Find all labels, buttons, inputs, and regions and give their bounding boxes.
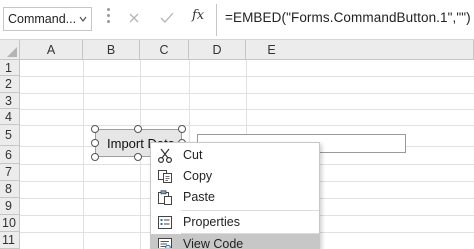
gridline xyxy=(20,76,474,77)
row-header-11[interactable]: 11 xyxy=(0,232,20,249)
row-header-8[interactable]: 8 xyxy=(0,181,20,198)
formula-bar: Command... fx =EMBED("Forms.CommandButto… xyxy=(0,0,474,40)
menu-item-label: Cut xyxy=(183,148,203,162)
name-box[interactable]: Command... xyxy=(3,7,92,31)
menu-item-label: Paste xyxy=(183,190,215,204)
column-header-e[interactable]: E xyxy=(246,40,474,60)
gridline xyxy=(20,125,474,126)
row-header-2[interactable]: 2 xyxy=(0,76,20,93)
gridline xyxy=(83,60,84,249)
menu-item-cut[interactable]: Cut xyxy=(151,145,319,165)
paste-icon xyxy=(158,190,172,205)
menu-separator xyxy=(181,210,319,211)
resize-handle[interactable] xyxy=(91,125,99,133)
menu-item-label: Copy xyxy=(183,169,213,183)
menu-item-label: Properties xyxy=(183,215,240,229)
row-header-5[interactable]: 5 xyxy=(0,125,20,146)
row-header-7[interactable]: 7 xyxy=(0,164,20,181)
copy-icon xyxy=(158,170,172,183)
context-menu: Cut Copy Paste Properties View Code xyxy=(150,142,320,249)
column-header-d[interactable]: D xyxy=(189,40,246,60)
row-header-10[interactable]: 10 xyxy=(0,215,20,232)
row-header-3[interactable]: 3 xyxy=(0,93,20,109)
formula-bar-grip xyxy=(107,8,110,30)
name-box-value: Command... xyxy=(8,12,77,26)
column-header-c[interactable]: C xyxy=(140,40,189,60)
resize-handle[interactable] xyxy=(178,125,186,133)
resize-handle[interactable] xyxy=(91,153,99,161)
chevron-down-icon[interactable] xyxy=(78,13,88,25)
enter-check-icon[interactable] xyxy=(159,10,175,26)
menu-item-view-code[interactable]: View Code xyxy=(151,234,319,249)
scissors-icon xyxy=(158,148,172,163)
menu-item-paste[interactable]: Paste xyxy=(151,187,319,207)
formula-input[interactable]: =EMBED("Forms.CommandButton.1","") xyxy=(225,10,471,25)
row-header-4[interactable]: 4 xyxy=(0,109,20,125)
menu-item-copy[interactable]: Copy xyxy=(151,166,319,186)
insert-function-button[interactable]: fx xyxy=(192,8,204,23)
row-header-9[interactable]: 9 xyxy=(0,198,20,215)
menu-item-label: View Code xyxy=(183,237,244,249)
column-header-b[interactable]: B xyxy=(83,40,140,60)
cancel-x-icon[interactable] xyxy=(127,10,141,26)
column-header-a[interactable]: A xyxy=(20,40,83,60)
select-all-button[interactable] xyxy=(0,40,20,60)
row-header-1[interactable]: 1 xyxy=(0,60,20,76)
resize-handle[interactable] xyxy=(91,139,99,147)
view-code-icon xyxy=(158,238,172,248)
menu-item-properties[interactable]: Properties xyxy=(151,212,319,232)
properties-icon xyxy=(158,216,172,229)
resize-handle[interactable] xyxy=(134,153,142,161)
gridline xyxy=(20,93,474,94)
resize-handle[interactable] xyxy=(134,125,142,133)
row-header-6[interactable]: 6 xyxy=(0,146,20,164)
gridline xyxy=(20,109,474,110)
formula-bar-divider xyxy=(216,4,217,36)
